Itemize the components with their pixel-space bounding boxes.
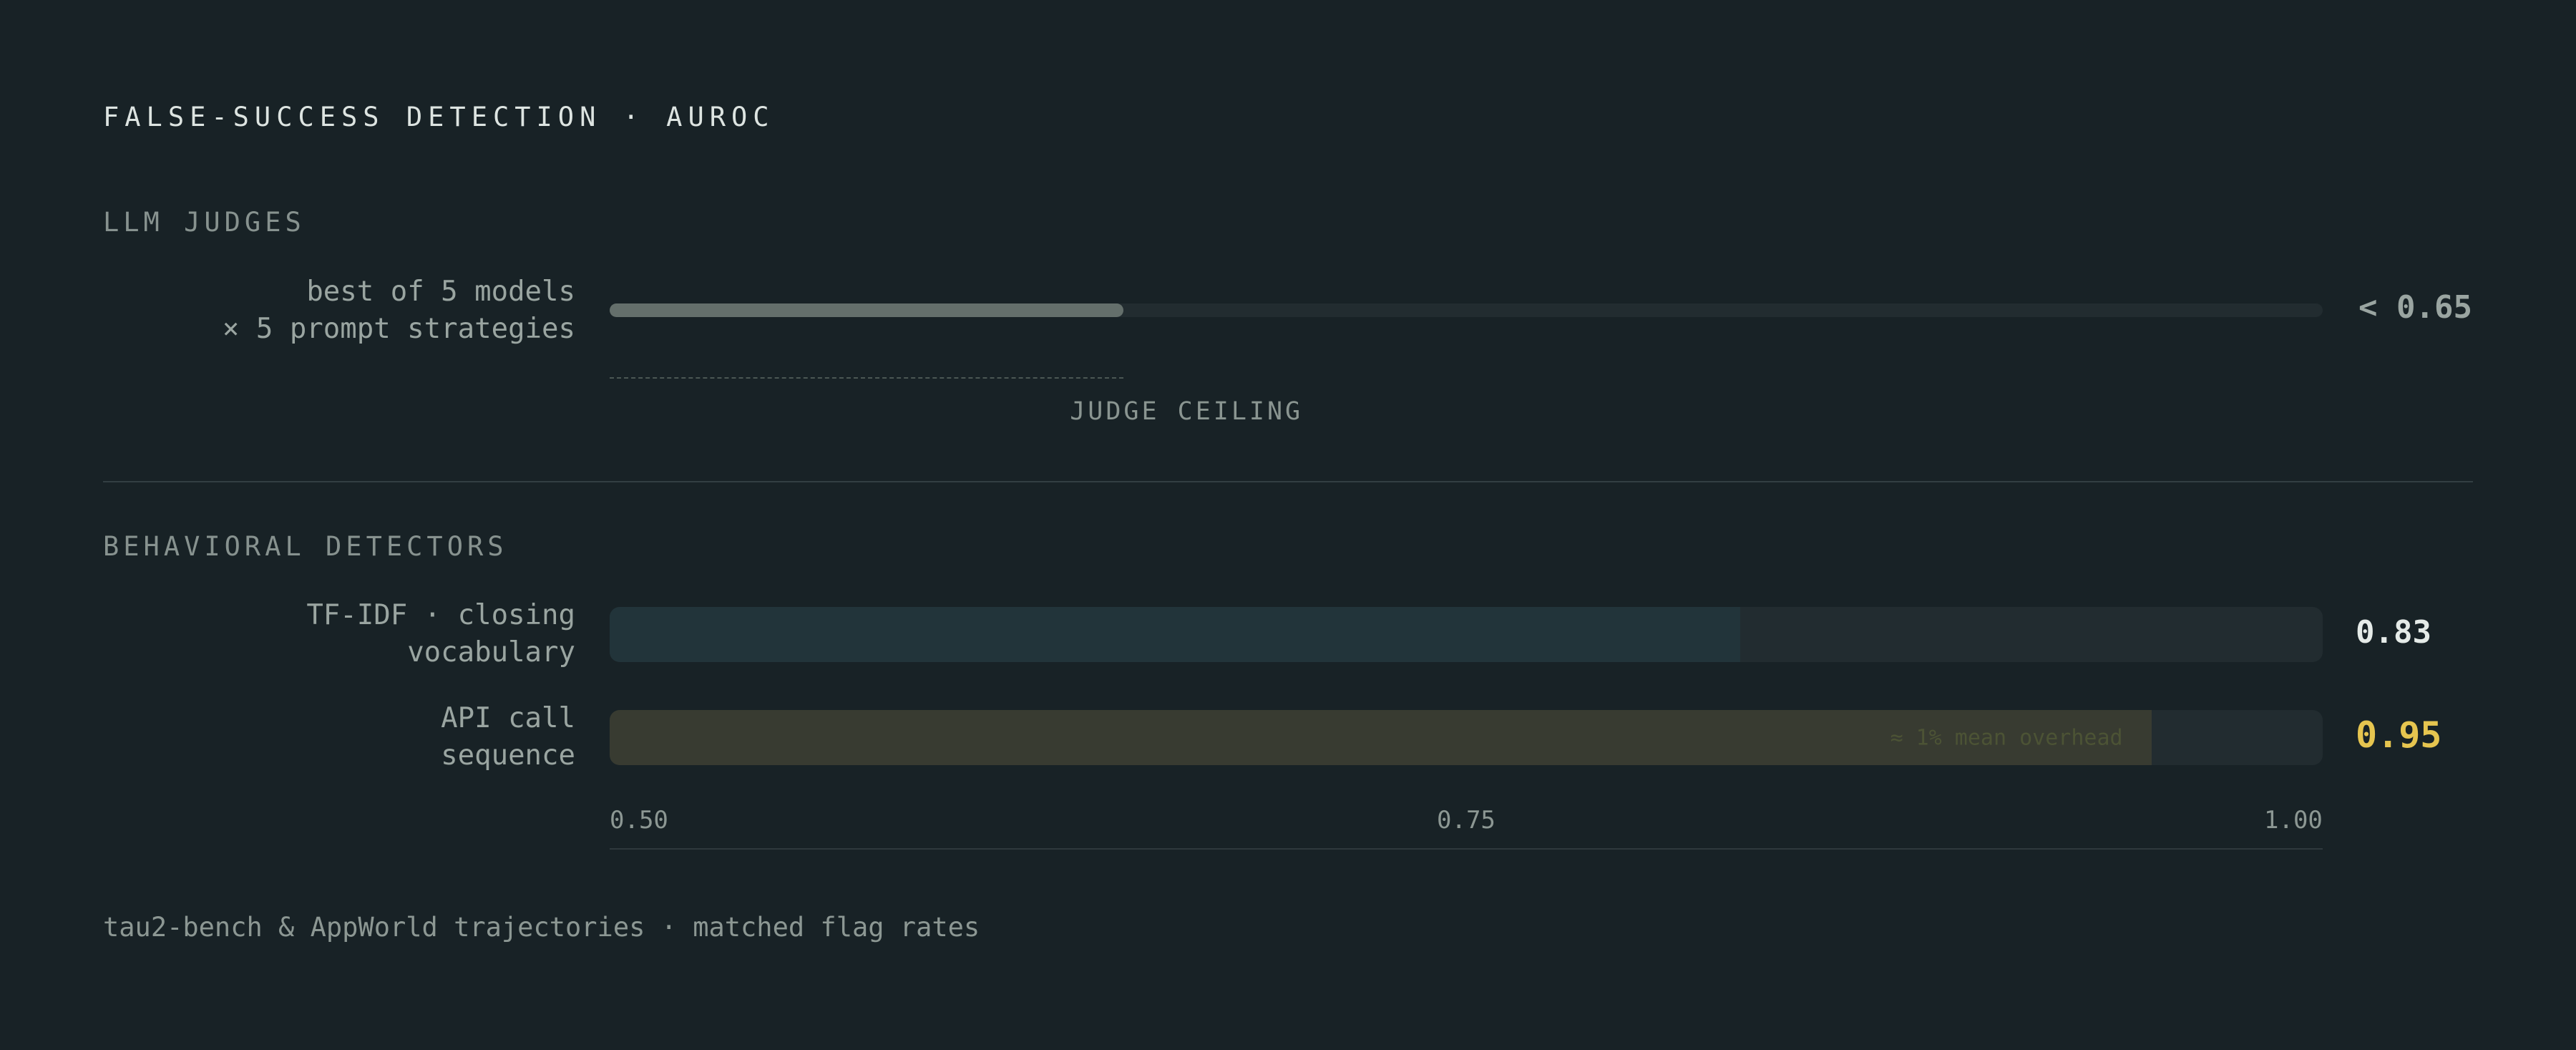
tfidf-bar-track bbox=[610, 607, 2323, 662]
x-axis-line bbox=[610, 848, 2323, 850]
x-tick-label-1-00: 1.00 bbox=[2264, 806, 2323, 835]
tfidf-row-label-line1: TF-IDF · closing bbox=[306, 599, 575, 631]
judge-ceiling-label: JUDGE CEILING bbox=[1070, 397, 1304, 426]
footer-note: tau2-bench & AppWorld trajectories · mat… bbox=[103, 912, 980, 943]
chart-title: FALSE-SUCCESS DETECTION · AUROC bbox=[103, 102, 775, 132]
api-row-label-line1: API call bbox=[441, 702, 575, 734]
x-tick-label-0-50: 0.50 bbox=[610, 806, 668, 835]
api-row-label: API call sequence bbox=[74, 700, 575, 774]
judge-row-label-line2: × 5 prompt strategies bbox=[222, 313, 575, 345]
tfidf-value-label: 0.83 bbox=[2356, 614, 2431, 651]
api-bar: ≈ 1% mean overhead bbox=[610, 710, 2152, 765]
judge-row-label: best of 5 models × 5 prompt strategies bbox=[74, 273, 575, 348]
judge-bar-track bbox=[610, 303, 2323, 317]
judge-row-label-line1: best of 5 models bbox=[306, 276, 575, 308]
section-divider bbox=[103, 481, 2473, 482]
api-bar-note: ≈ 1% mean overhead bbox=[1890, 725, 2123, 750]
tfidf-row-label: TF-IDF · closing vocabulary bbox=[74, 597, 575, 671]
section-label-llm-judges: LLM JUDGES bbox=[103, 207, 306, 238]
api-value-label: 0.95 bbox=[2356, 714, 2442, 756]
judge-value-label: < 0.65 bbox=[2358, 289, 2472, 326]
judge-bar bbox=[610, 303, 1124, 317]
section-label-behavioral-detectors: BEHAVIORAL DETECTORS bbox=[103, 531, 508, 562]
x-tick-label-0-75: 0.75 bbox=[1437, 806, 1496, 835]
judge-ceiling-line bbox=[610, 377, 1124, 379]
tfidf-row-label-line2: vocabulary bbox=[407, 636, 575, 669]
tfidf-bar bbox=[610, 607, 1741, 662]
api-bar-track: ≈ 1% mean overhead bbox=[610, 710, 2323, 765]
api-row-label-line2: sequence bbox=[441, 739, 575, 772]
